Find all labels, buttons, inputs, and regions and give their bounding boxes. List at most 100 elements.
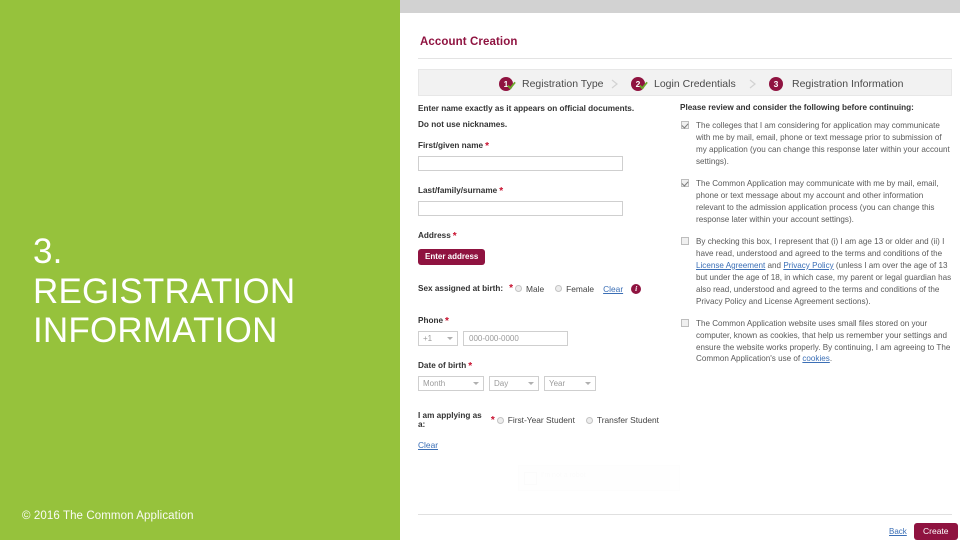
dob-day-select[interactable]: Day xyxy=(489,376,539,392)
check-icon xyxy=(507,81,516,90)
radio-first-year-student[interactable] xyxy=(496,416,504,424)
phone-field-group: Phone * +1 000-000-0000 xyxy=(418,316,668,347)
clear-sex-link[interactable]: Clear xyxy=(603,284,623,294)
clear-applying-as-link[interactable]: Clear xyxy=(418,440,438,450)
consent-text-part-b: and xyxy=(765,260,784,270)
date-of-birth-row: Month Day Year xyxy=(418,376,668,392)
last-name-input[interactable] xyxy=(418,201,623,217)
dob-day-value: Day xyxy=(494,379,509,389)
sex-at-birth-group: Sex assigned at birth: * Male Female Cle… xyxy=(418,283,668,294)
enter-address-button[interactable]: Enter address xyxy=(418,249,486,266)
card-title: Account Creation xyxy=(420,36,518,48)
phone-label-text: Phone xyxy=(418,316,444,326)
form-column: Enter name exactly as it appears on offi… xyxy=(418,103,668,453)
required-asterisk: * xyxy=(468,361,473,373)
last-name-field-group: Last/family/surname * xyxy=(418,186,668,217)
consent-heading: Please review and consider the following… xyxy=(680,103,914,112)
phone-country-code-value: +1 xyxy=(423,334,433,344)
consent-item[interactable]: By checking this box, I represent that (… xyxy=(680,236,952,308)
chevron-down-icon xyxy=(528,382,534,386)
chevron-down-icon xyxy=(473,382,479,386)
chevron-right-icon xyxy=(749,79,756,89)
create-button[interactable]: Create xyxy=(914,523,958,540)
chevron-down-icon xyxy=(447,337,453,341)
check-icon xyxy=(639,81,648,90)
checkbox-commonapp-communicate[interactable] xyxy=(681,178,689,187)
recaptcha-widget[interactable]: I'm not a robot xyxy=(518,465,680,491)
checkbox-cookies[interactable] xyxy=(681,318,689,327)
radio-female-label: Female xyxy=(566,283,595,294)
consent-text-part-a: By checking this box, I represent that (… xyxy=(696,236,945,258)
radio-female[interactable] xyxy=(555,285,563,293)
cookies-link[interactable]: cookies xyxy=(802,354,829,363)
copyright-notice: © 2016 The Common Application xyxy=(22,510,194,522)
consent-text-part-c: . xyxy=(829,354,833,364)
required-asterisk: * xyxy=(485,141,489,153)
step-badge-1: 1 xyxy=(499,76,516,91)
back-link[interactable]: Back xyxy=(889,527,907,536)
page-title-line-1: 3. xyxy=(33,232,63,271)
radio-transfer-student[interactable] xyxy=(585,416,593,424)
page-title-line-2: REGISTRATION xyxy=(33,271,296,311)
footer-divider xyxy=(418,514,952,515)
privacy-policy-link[interactable]: Privacy Policy xyxy=(783,261,833,270)
dob-year-select[interactable]: Year xyxy=(544,376,596,392)
stepper-item-registration-information[interactable]: 3 Registration Information xyxy=(769,75,903,92)
app-screenshot: Account Creation 1 Registration Type 2 L… xyxy=(400,0,960,540)
phone-country-code-select[interactable]: +1 xyxy=(418,331,458,347)
recaptcha-label: I'm not a robot xyxy=(541,472,586,479)
page-title: 3. REGISTRATION INFORMATION xyxy=(33,232,383,351)
checkbox-colleges-communicate[interactable] xyxy=(681,121,689,129)
step-number-3: 3 xyxy=(773,78,779,89)
name-helper-line-2: Do not use nicknames. xyxy=(418,120,508,130)
step-label-1: Registration Type xyxy=(522,77,604,90)
consent-text-cookies: The Common Application website uses smal… xyxy=(696,318,952,366)
first-name-input[interactable] xyxy=(418,156,623,172)
applying-as-group: I am applying as a: * First-Year Student… xyxy=(418,411,668,453)
stepper-item-registration-type[interactable]: 1 Registration Type xyxy=(499,75,604,92)
first-name-field-group: First/given name * xyxy=(418,141,668,172)
title-divider xyxy=(418,58,952,59)
last-name-label: Last/family/surname * xyxy=(418,186,668,197)
required-asterisk: * xyxy=(445,316,449,328)
step-badge-2: 2 xyxy=(631,76,648,91)
consent-item[interactable]: The Common Application website uses smal… xyxy=(680,318,952,366)
first-name-label: First/given name * xyxy=(418,141,668,152)
page-title-line-3: INFORMATION xyxy=(33,311,278,351)
stepper-item-login-credentials[interactable]: 2 Login Credentials xyxy=(631,75,736,92)
applying-as-label: I am applying as a: xyxy=(418,411,482,430)
phone-label: Phone * xyxy=(418,316,668,327)
address-field-group: Address * Enter address xyxy=(418,231,668,266)
radio-male[interactable] xyxy=(515,285,522,293)
account-creation-card: Account Creation 1 Registration Type 2 L… xyxy=(408,13,960,540)
phone-number-input[interactable]: 000-000-0000 xyxy=(463,331,568,347)
consent-text-age-and-terms: By checking this box, I represent that (… xyxy=(696,236,952,308)
radio-first-year-student-label: First-Year Student xyxy=(507,415,575,426)
slide-root: 3. REGISTRATION INFORMATION © 2016 The C… xyxy=(0,0,960,540)
required-asterisk: * xyxy=(499,186,504,198)
consent-item[interactable]: The colleges that I am considering for a… xyxy=(680,120,952,168)
dob-month-select[interactable]: Month xyxy=(418,376,484,392)
consent-item[interactable]: The Common Application may communicate w… xyxy=(680,178,952,226)
step-label-2: Login Credentials xyxy=(654,77,736,90)
step-label-3: Registration Information xyxy=(792,77,904,90)
date-of-birth-group: Date of birth * Month Day Year xyxy=(418,361,668,392)
license-agreement-link[interactable]: License Agreement xyxy=(696,261,765,270)
browser-chrome-bar xyxy=(400,0,960,13)
address-label-text: Address xyxy=(418,231,451,241)
dob-month-value: Month xyxy=(423,379,446,389)
required-asterisk: * xyxy=(452,231,457,243)
consent-text-colleges-communicate: The colleges that I am considering for a… xyxy=(696,121,950,166)
dob-year-value: Year xyxy=(549,379,566,389)
chevron-down-icon xyxy=(585,382,591,386)
checkbox-age-and-terms[interactable] xyxy=(681,236,689,245)
progress-stepper: 1 Registration Type 2 Login Credentials … xyxy=(418,69,952,96)
applying-as-row: I am applying as a: * First-Year Student… xyxy=(418,411,668,429)
radio-male-label: Male xyxy=(526,283,545,294)
date-of-birth-label-text: Date of birth xyxy=(418,361,467,371)
step-badge-3: 3 xyxy=(769,76,783,91)
address-label: Address * xyxy=(418,231,668,242)
name-helper-line-1: Enter name exactly as it appears on offi… xyxy=(418,104,635,113)
info-icon[interactable]: i xyxy=(631,283,642,294)
recaptcha-checkbox[interactable] xyxy=(524,472,537,485)
